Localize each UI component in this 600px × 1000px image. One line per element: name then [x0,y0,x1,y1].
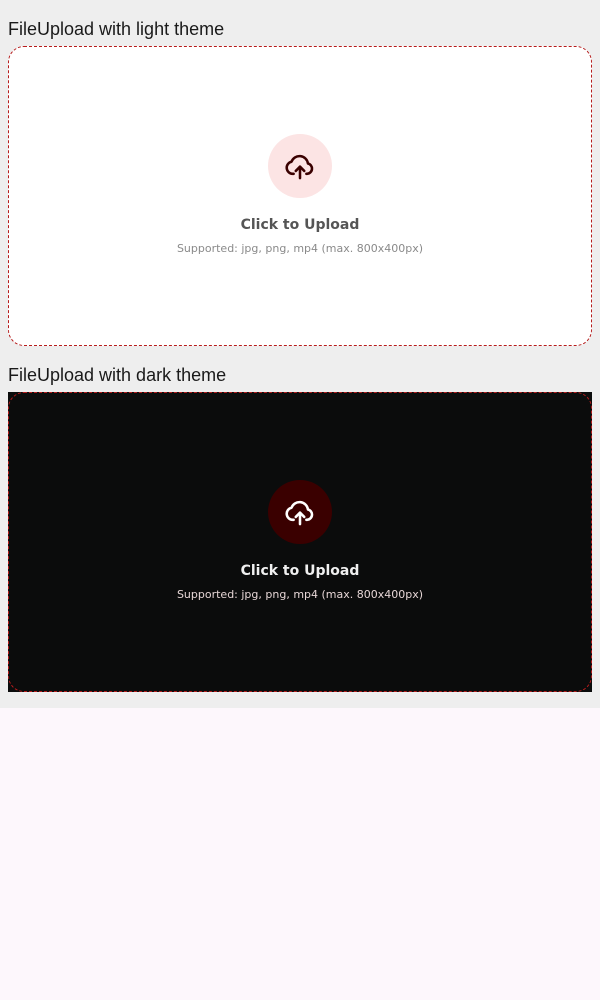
upload-label: Click to Upload [240,563,360,579]
upload-hint: Supported: jpg, png, mp4 (max. 800x400px… [176,242,424,255]
light-section-title: FileUpload with light theme [8,19,225,39]
file-upload-light[interactable]: Click to Upload Supported: jpg, png, mp4… [8,46,592,346]
cloud-upload-icon [285,154,314,180]
file-upload-dark[interactable]: Click to Upload Supported: jpg, png, mp4… [8,392,592,692]
upload-label: Click to Upload [240,217,360,233]
cloud-upload-icon [285,500,314,526]
upload-icon-container [268,480,332,544]
upload-icon-container [268,134,332,198]
dark-section-title: FileUpload with dark theme [8,365,227,385]
upload-hint: Supported: jpg, png, mp4 (max. 800x400px… [176,588,424,601]
